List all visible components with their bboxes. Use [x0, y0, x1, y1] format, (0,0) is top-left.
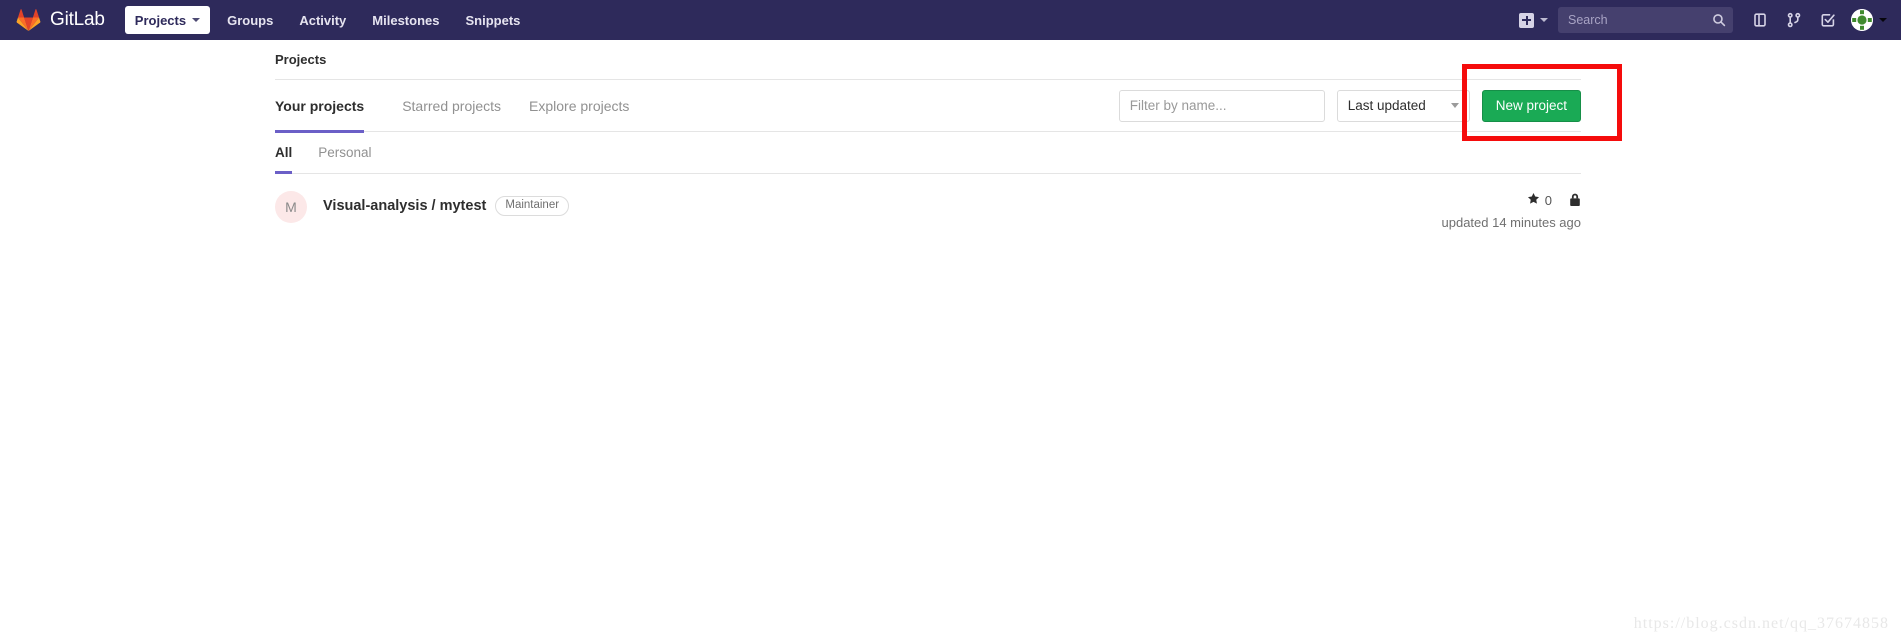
projects-subtabs-row: All Personal [275, 132, 1581, 174]
projects-tabs: Your projects Starred projects Explore p… [275, 80, 643, 132]
tab-your-projects[interactable]: Your projects [275, 80, 378, 132]
new-menu-button[interactable] [1511, 13, 1552, 28]
tab-starred-projects-label: Starred projects [402, 98, 501, 114]
chevron-down-icon [192, 18, 200, 22]
chevron-down-icon [1879, 18, 1887, 22]
projects-filter-controls: Last updated New project [1119, 90, 1581, 122]
nav-item-snippets[interactable]: Snippets [452, 0, 533, 40]
project-meta: 0 updated 14 minutes ago [1442, 190, 1582, 230]
issues-icon[interactable] [1743, 3, 1777, 37]
tab-starred-projects[interactable]: Starred projects [388, 80, 515, 132]
navbar-left-section: GitLab Projects Groups Activity Mileston… [16, 0, 533, 40]
global-search [1558, 7, 1733, 33]
user-menu-button[interactable] [1845, 9, 1887, 31]
gitlab-home-link[interactable]: GitLab [16, 8, 105, 32]
todos-icon[interactable] [1811, 3, 1845, 37]
nav-item-activity-label: Activity [299, 13, 346, 28]
breadcrumb: Projects [275, 40, 1581, 79]
tab-explore-projects[interactable]: Explore projects [515, 80, 643, 132]
nav-item-milestones-label: Milestones [372, 13, 439, 28]
star-count: 0 [1545, 193, 1552, 208]
search-input[interactable] [1558, 7, 1733, 33]
tab-explore-projects-label: Explore projects [529, 98, 629, 114]
navbar-right-section [1511, 3, 1887, 37]
project-list-item[interactable]: M Visual-analysis / mytest Maintainer 0 [275, 174, 1581, 248]
merge-requests-icon[interactable] [1777, 3, 1811, 37]
chevron-down-icon [1451, 103, 1459, 108]
project-avatar: M [275, 191, 307, 223]
plus-square-icon [1519, 13, 1534, 28]
tab-your-projects-label: Your projects [275, 98, 364, 114]
nav-item-projects-label: Projects [135, 13, 186, 28]
subtab-all-label: All [275, 145, 292, 160]
nav-item-groups-label: Groups [227, 13, 273, 28]
new-project-button[interactable]: New project [1482, 90, 1581, 122]
projects-tabs-row: Your projects Starred projects Explore p… [275, 80, 1581, 132]
nav-item-snippets-label: Snippets [465, 13, 520, 28]
filter-by-name-input[interactable] [1119, 90, 1325, 122]
nav-item-milestones[interactable]: Milestones [359, 0, 452, 40]
navbar-menu: Projects Groups Activity Milestones Snip… [121, 0, 534, 40]
chevron-down-icon [1540, 18, 1548, 22]
watermark: https://blog.csdn.net/qq_37674858 [1634, 615, 1889, 633]
projects-list: M Visual-analysis / mytest Maintainer 0 [275, 174, 1581, 248]
nav-item-groups[interactable]: Groups [214, 0, 286, 40]
subtab-all[interactable]: All [275, 132, 305, 173]
top-navbar: GitLab Projects Groups Activity Mileston… [0, 0, 1901, 40]
project-title-group: Visual-analysis / mytest Maintainer [323, 190, 569, 216]
nav-item-projects[interactable]: Projects [125, 6, 210, 34]
project-updated-time: updated 14 minutes ago [1442, 215, 1582, 230]
sort-dropdown-value: Last updated [1348, 98, 1426, 113]
user-avatar-identicon [1851, 9, 1873, 31]
nav-item-activity[interactable]: Activity [286, 0, 359, 40]
access-level-badge: Maintainer [495, 196, 569, 216]
sort-dropdown[interactable]: Last updated [1337, 90, 1470, 122]
subtab-personal[interactable]: Personal [305, 132, 384, 173]
gitlab-tanuki-logo-icon [16, 8, 41, 32]
page-content: Projects Your projects Starred projects … [0, 40, 1901, 248]
project-stats: 0 [1442, 192, 1582, 208]
brand-name: GitLab [50, 9, 105, 31]
star-icon [1527, 192, 1540, 208]
subtab-personal-label: Personal [318, 145, 371, 160]
project-name-link[interactable]: Visual-analysis / mytest [323, 198, 486, 214]
lock-icon [1569, 193, 1581, 207]
